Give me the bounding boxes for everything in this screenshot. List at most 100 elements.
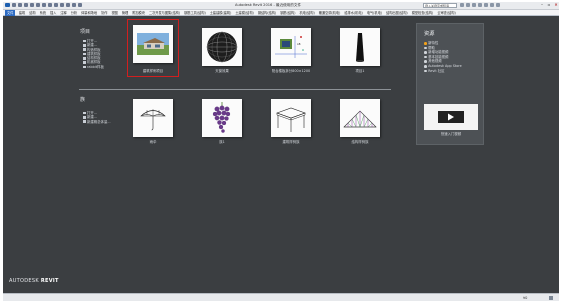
recent-project-caption[interactable]: 天窗效果	[192, 68, 252, 73]
recent-family-thumbnail[interactable]	[133, 99, 173, 137]
ribbon-tab[interactable]: 土建建模(建筑)	[209, 10, 232, 16]
maximize-icon[interactable]: ▫	[546, 2, 552, 8]
ribbon-tab[interactable]: 电气(机电)	[366, 10, 382, 16]
link-icon	[83, 39, 86, 43]
ribbon-tab[interactable]: 视图	[111, 10, 118, 16]
link-item[interactable]: 新建概念体量...	[83, 120, 111, 124]
ribbon-tab[interactable]: 暖通空调(机电)	[318, 10, 341, 16]
recent-family-caption[interactable]: 族1	[192, 139, 252, 144]
floor-plan-icon: AB	[271, 28, 311, 66]
ribbon-tab[interactable]: 附加模块	[132, 10, 146, 16]
section-icon[interactable]	[60, 3, 64, 7]
bullet-icon	[424, 55, 427, 59]
ribbon-tab[interactable]: 二次开发与图集(结构)	[148, 10, 180, 16]
resources-panel: 资源 新特性 帮助 新增功能视频 基本技能视频 其他视频 Autodesk App Sto…	[416, 23, 484, 145]
link-icon	[83, 120, 86, 123]
ribbon-tab[interactable]: 结构出图(结构)	[386, 10, 409, 16]
link-icon	[83, 52, 86, 56]
close-icon[interactable]: ✕	[553, 2, 559, 8]
grape-cluster-icon	[202, 99, 242, 137]
recent-family-thumbnail[interactable]	[271, 99, 311, 137]
quick-start-video[interactable]	[424, 104, 478, 130]
recent-project-caption[interactable]: 建筑样例项目	[123, 68, 183, 73]
tower-icon	[340, 28, 380, 66]
recent-family-thumbnail[interactable]	[202, 99, 242, 137]
ribbon-tab[interactable]: 模型检查(结构)	[411, 10, 434, 16]
link-icon	[83, 65, 86, 69]
status-bar: ∀0	[3, 293, 559, 301]
ribbon-tab[interactable]: 钢筋(结构)	[280, 10, 296, 16]
open-icon[interactable]	[12, 3, 16, 7]
umbrella-icon	[133, 99, 173, 137]
help-icon[interactable]	[496, 3, 500, 7]
ribbon-tab[interactable]: 插入	[50, 10, 57, 16]
switch-windows-icon[interactable]	[78, 3, 82, 7]
bullet-icon	[424, 46, 427, 50]
bullet-icon	[424, 64, 427, 68]
recent-family-caption[interactable]: 雨伞	[123, 139, 183, 144]
ribbon-tab[interactable]: 钢结构(结构)	[257, 10, 276, 16]
recent-family-thumbnail[interactable]	[340, 99, 380, 137]
minimize-icon[interactable]: –	[539, 2, 545, 8]
ribbon-tab[interactable]: 土建模(结构)	[235, 10, 254, 16]
ribbon-tab[interactable]: 协作	[101, 10, 108, 16]
brand-autodesk: AUTODESK	[9, 278, 39, 284]
truss-icon	[340, 99, 380, 137]
house-render-icon	[133, 25, 173, 63]
revit-logo-icon[interactable]	[5, 3, 10, 7]
recent-project-thumbnail[interactable]	[340, 28, 380, 66]
save-icon[interactable]	[18, 3, 22, 7]
ribbon-tab[interactable]: 给排水(机电)	[344, 10, 363, 16]
status-icons	[549, 296, 553, 300]
sign-in-icon[interactable]	[484, 3, 488, 7]
link-item[interactable]: rabbit样板	[83, 65, 104, 69]
dome-sphere-icon	[202, 28, 242, 66]
text-icon[interactable]	[48, 3, 52, 7]
ribbon-tab[interactable]: 体量和场地	[81, 10, 98, 16]
ribbon-tab[interactable]: 文件	[5, 9, 16, 16]
ribbon-tab[interactable]: 管理	[121, 10, 128, 16]
link-icon	[83, 111, 86, 115]
thin-lines-icon[interactable]	[66, 3, 70, 7]
measure-icon[interactable]	[42, 3, 46, 7]
ribbon-tab[interactable]: 系统	[39, 10, 46, 16]
search-icon[interactable]	[460, 3, 464, 7]
recent-project-caption[interactable]: 阳台楼板拆分800×1200	[261, 68, 321, 73]
resource-link[interactable]: Revit 社区	[424, 69, 462, 74]
recent-family-caption[interactable]: 结构样例族	[330, 139, 390, 144]
undo-icon[interactable]	[24, 3, 28, 7]
exchange-icon[interactable]	[490, 3, 494, 7]
recent-project-thumbnail[interactable]	[133, 25, 173, 63]
search-input[interactable]: 键入关键字或短语	[423, 3, 457, 8]
autodesk-revit-logo: AUTODESK REVIT	[9, 278, 59, 284]
ribbon-tab[interactable]: 分析	[70, 10, 77, 16]
close-hidden-icon[interactable]	[72, 3, 76, 7]
3d-view-icon[interactable]	[54, 3, 58, 7]
favorites-icon[interactable]	[478, 3, 482, 7]
recent-project-caption[interactable]: 项目1	[330, 68, 390, 73]
projects-title: 项目	[80, 29, 91, 35]
project-links: 打开... 新建... 构造样板 建筑样板 结构样板 机械样板 rabbit样板	[83, 39, 104, 69]
ribbon-tab[interactable]: 建筑	[18, 10, 25, 16]
link-icon	[83, 116, 86, 119]
link-icon	[83, 44, 86, 47]
ribbon-tab[interactable]: 注释	[60, 10, 67, 16]
ribbon-tab[interactable]: 结构	[29, 10, 36, 16]
resource-label: Revit 社区	[428, 68, 445, 73]
window-controls: – ▫ ✕	[539, 2, 559, 8]
filter-icon[interactable]	[549, 296, 553, 300]
ribbon-tab[interactable]: 云审查(结构)	[437, 10, 456, 16]
link-icon	[83, 61, 86, 64]
subscription-icon[interactable]	[466, 3, 470, 7]
redo-icon[interactable]	[30, 3, 34, 7]
ribbon-tab[interactable]: 钢筋工具(结构)	[184, 10, 207, 16]
print-icon[interactable]	[36, 3, 40, 7]
ribbon-tabs: 文件 建筑 结构 系统 插入 注释 分析 体量和场地 协作 视图 管理 附加模块 二次开发与图集(结构)…	[3, 9, 559, 16]
video-caption[interactable]: 快速入门视频	[424, 131, 478, 136]
table-icon	[271, 99, 311, 137]
recent-family-caption[interactable]: 建筑样例族	[261, 139, 321, 144]
ribbon-tab[interactable]: 机电(结构)	[299, 10, 315, 16]
communication-icon[interactable]	[472, 3, 476, 7]
recent-project-thumbnail[interactable]: AB	[271, 28, 311, 66]
recent-project-thumbnail[interactable]	[202, 28, 242, 66]
